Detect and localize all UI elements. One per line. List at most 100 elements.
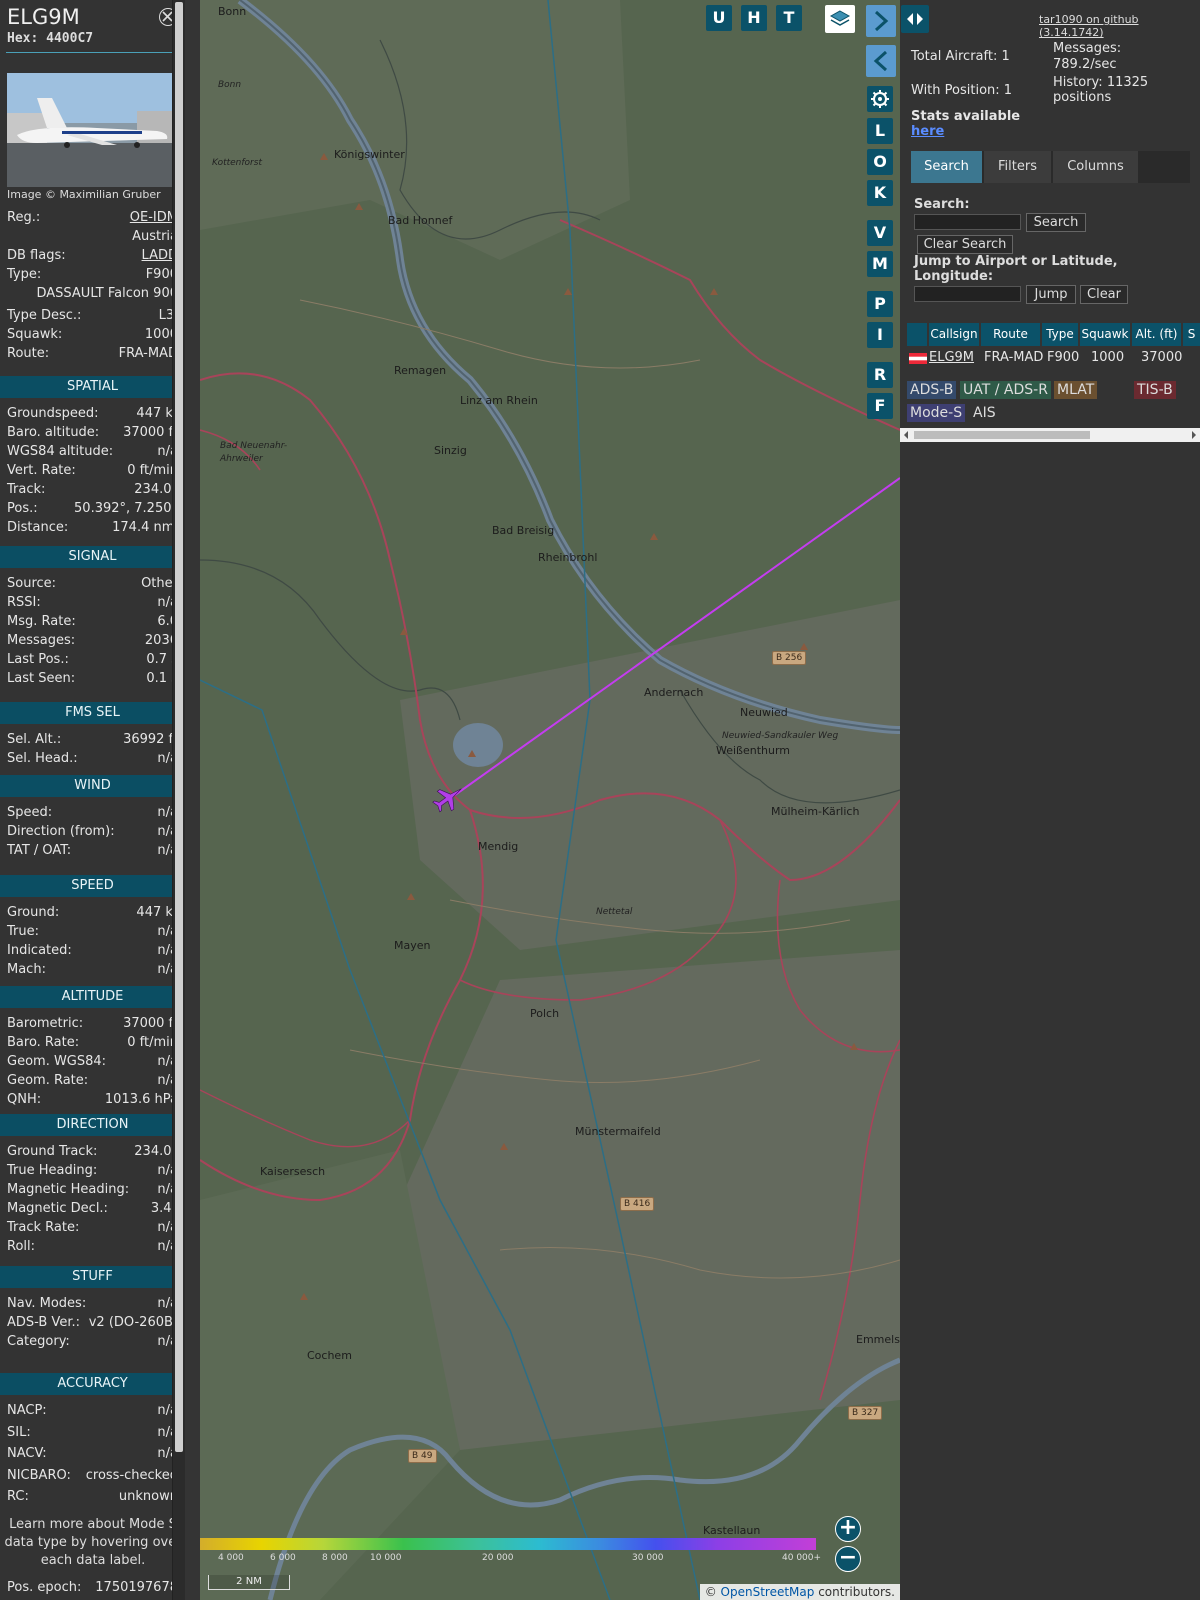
info-row-label: Groundspeed: xyxy=(7,406,99,421)
map-base-layer xyxy=(200,0,900,1600)
tab-columns[interactable]: Columns xyxy=(1053,151,1138,183)
zoom-out-button[interactable]: − xyxy=(835,1546,861,1572)
place-wei-enthurm: Weißenthurm xyxy=(716,744,791,757)
info-row-geom-wgs84: Geom. WGS84: n/a xyxy=(7,1054,178,1072)
total-aircraft: Total Aircraft: 1 xyxy=(911,49,1010,64)
info-row-last-seen: Last Seen: 0.1 s xyxy=(7,671,178,689)
table-row[interactable]: ELG9M FRA-MAD F900 1000 37000 xyxy=(907,347,1200,368)
info-row-label: Direction (from): xyxy=(7,824,115,839)
info-row-ground-track: Ground Track: 234.0° xyxy=(7,1144,178,1162)
section-spatial: SPATIAL xyxy=(0,376,185,398)
github-link[interactable]: tar1090 on github (3.14.1742) xyxy=(1039,13,1200,39)
openstreetmap-link[interactable]: OpenStreetMap xyxy=(721,1585,815,1599)
collapse-left-button[interactable] xyxy=(866,45,896,77)
info-row-sil: SIL: n/a xyxy=(7,1425,178,1443)
section-wind: WIND xyxy=(0,775,185,797)
info-row-label: Route: xyxy=(7,346,50,361)
info-row-value: FRA-MAD xyxy=(118,346,178,361)
info-row-label: Squawk: xyxy=(7,327,63,342)
info-row-label: RC: xyxy=(7,1489,29,1504)
th-route[interactable]: Route xyxy=(981,323,1040,346)
row-callsign[interactable]: ELG9M xyxy=(929,347,974,368)
info-row-value[interactable]: OE-IDM xyxy=(130,210,178,225)
info-row-label: Messages: xyxy=(7,633,76,648)
zoom-in-button[interactable]: + xyxy=(835,1516,861,1542)
info-row-label: Geom. WGS84: xyxy=(7,1054,107,1069)
th-speed[interactable]: S xyxy=(1183,323,1200,346)
info-row-label: Category: xyxy=(7,1334,70,1349)
toggle-k-button[interactable]: K xyxy=(867,180,893,206)
panel-tabs: Search Filters Columns xyxy=(911,151,1190,183)
info-row-label: Vert. Rate: xyxy=(7,463,76,478)
info-row-magnetic-heading: Magnetic Heading: n/a xyxy=(7,1182,178,1200)
info-row-roll: Roll: n/a xyxy=(7,1239,178,1257)
clear-jump-button[interactable]: Clear xyxy=(1080,285,1128,304)
th-callsign[interactable]: Callsign xyxy=(929,323,979,346)
th-squawk[interactable]: Squawk xyxy=(1080,323,1130,346)
search-input[interactable] xyxy=(914,214,1021,230)
aircraft-info-panel: ELG9M Hex: 4400C7 Image © Maximilian Gru… xyxy=(0,0,185,1600)
info-row-squawk: Squawk: 1000 xyxy=(7,327,178,345)
info-row-label: True: xyxy=(7,924,39,939)
road-badge-b-327: B 327 xyxy=(848,1406,883,1420)
tab-filters[interactable]: Filters xyxy=(984,151,1051,183)
collapse-right-button[interactable] xyxy=(866,5,896,37)
settings-button[interactable] xyxy=(867,86,893,112)
jump-input[interactable] xyxy=(914,286,1021,302)
info-row-label: Nav. Modes: xyxy=(7,1296,87,1311)
info-row-messages: Messages: 2036 xyxy=(7,633,178,651)
th-altitude[interactable]: Alt. (ft) xyxy=(1132,323,1181,346)
info-scrollbar-thumb[interactable] xyxy=(175,2,183,1452)
with-position: With Position: 1 xyxy=(911,83,1013,98)
place-mayen: Mayen xyxy=(394,939,431,952)
place-bad-neuenahr-ahrweiler: Bad Neuenahr-Ahrweiler xyxy=(220,441,288,464)
info-row-nav-modes: Nav. Modes: n/a xyxy=(7,1296,178,1314)
toggle-r-button[interactable]: R xyxy=(867,362,893,388)
toggle-f-button[interactable]: F xyxy=(867,393,893,419)
pos-epoch-row: Pos. epoch: 1750197678 xyxy=(7,1580,178,1598)
toggle-m-button[interactable]: M xyxy=(867,251,893,277)
aircraft-photo-image xyxy=(7,73,178,187)
row-altitude: 37000 xyxy=(1141,350,1183,365)
section-accuracy: ACCURACY xyxy=(0,1373,185,1395)
clear-search-button[interactable]: Clear Search xyxy=(917,235,1013,254)
jump-button[interactable]: Jump xyxy=(1026,285,1076,304)
info-row-label: Magnetic Decl.: xyxy=(7,1201,108,1216)
road-badge-b-49: B 49 xyxy=(408,1449,437,1463)
info-row-true: True: n/a xyxy=(7,924,178,942)
toggle-v-button[interactable]: V xyxy=(867,220,893,246)
expand-sidebar-button[interactable] xyxy=(901,5,929,33)
stats-link[interactable]: here xyxy=(911,124,944,139)
toggle-p-button[interactable]: P xyxy=(867,291,893,317)
toggle-l-button[interactable]: L xyxy=(867,118,893,144)
toggle-o-button[interactable]: O xyxy=(867,149,893,175)
tab-search[interactable]: Search xyxy=(911,151,982,183)
table-horizontal-scrollbar[interactable] xyxy=(900,428,1200,442)
table-scrollbar-thumb[interactable] xyxy=(914,431,1090,439)
info-row-label: Baro. Rate: xyxy=(7,1035,80,1050)
legend-tis-b: TIS-B xyxy=(1134,381,1176,399)
map-view[interactable]: Bonn Bonn Kottenforst Königswinter Bad Honne… xyxy=(200,0,900,1600)
history-label: History: 11325 xyxy=(1053,75,1149,90)
altitude-color-bar xyxy=(200,1538,816,1550)
info-row-label: True Heading: xyxy=(7,1163,98,1178)
place-kottenforst: Kottenforst xyxy=(212,158,262,168)
info-row-qnh: QNH: 1013.6 hPa xyxy=(7,1092,178,1110)
info-row-value: 174.4 nmi xyxy=(112,520,178,535)
section-fms-sel: FMS SEL xyxy=(0,702,185,724)
toggle-t-button[interactable]: T xyxy=(776,5,802,31)
info-row-label: TAT / OAT: xyxy=(7,843,72,858)
info-scrollbar[interactable] xyxy=(172,0,185,1600)
search-button[interactable]: Search xyxy=(1026,213,1086,232)
toggle-h-button[interactable]: H xyxy=(741,5,767,31)
toggle-i-button[interactable]: I xyxy=(867,322,893,348)
th-type[interactable]: Type xyxy=(1042,323,1078,346)
toggle-u-button[interactable]: U xyxy=(706,5,732,31)
th-flag[interactable] xyxy=(907,323,927,346)
info-row-blank: DASSAULT Falcon 900 xyxy=(7,286,178,304)
altitude-label: 10 000 xyxy=(370,1553,402,1563)
altitude-label: 30 000 xyxy=(632,1553,664,1563)
aircraft-photo[interactable] xyxy=(7,73,178,187)
row-type: F900 xyxy=(1047,350,1080,365)
layers-button[interactable] xyxy=(825,5,855,33)
